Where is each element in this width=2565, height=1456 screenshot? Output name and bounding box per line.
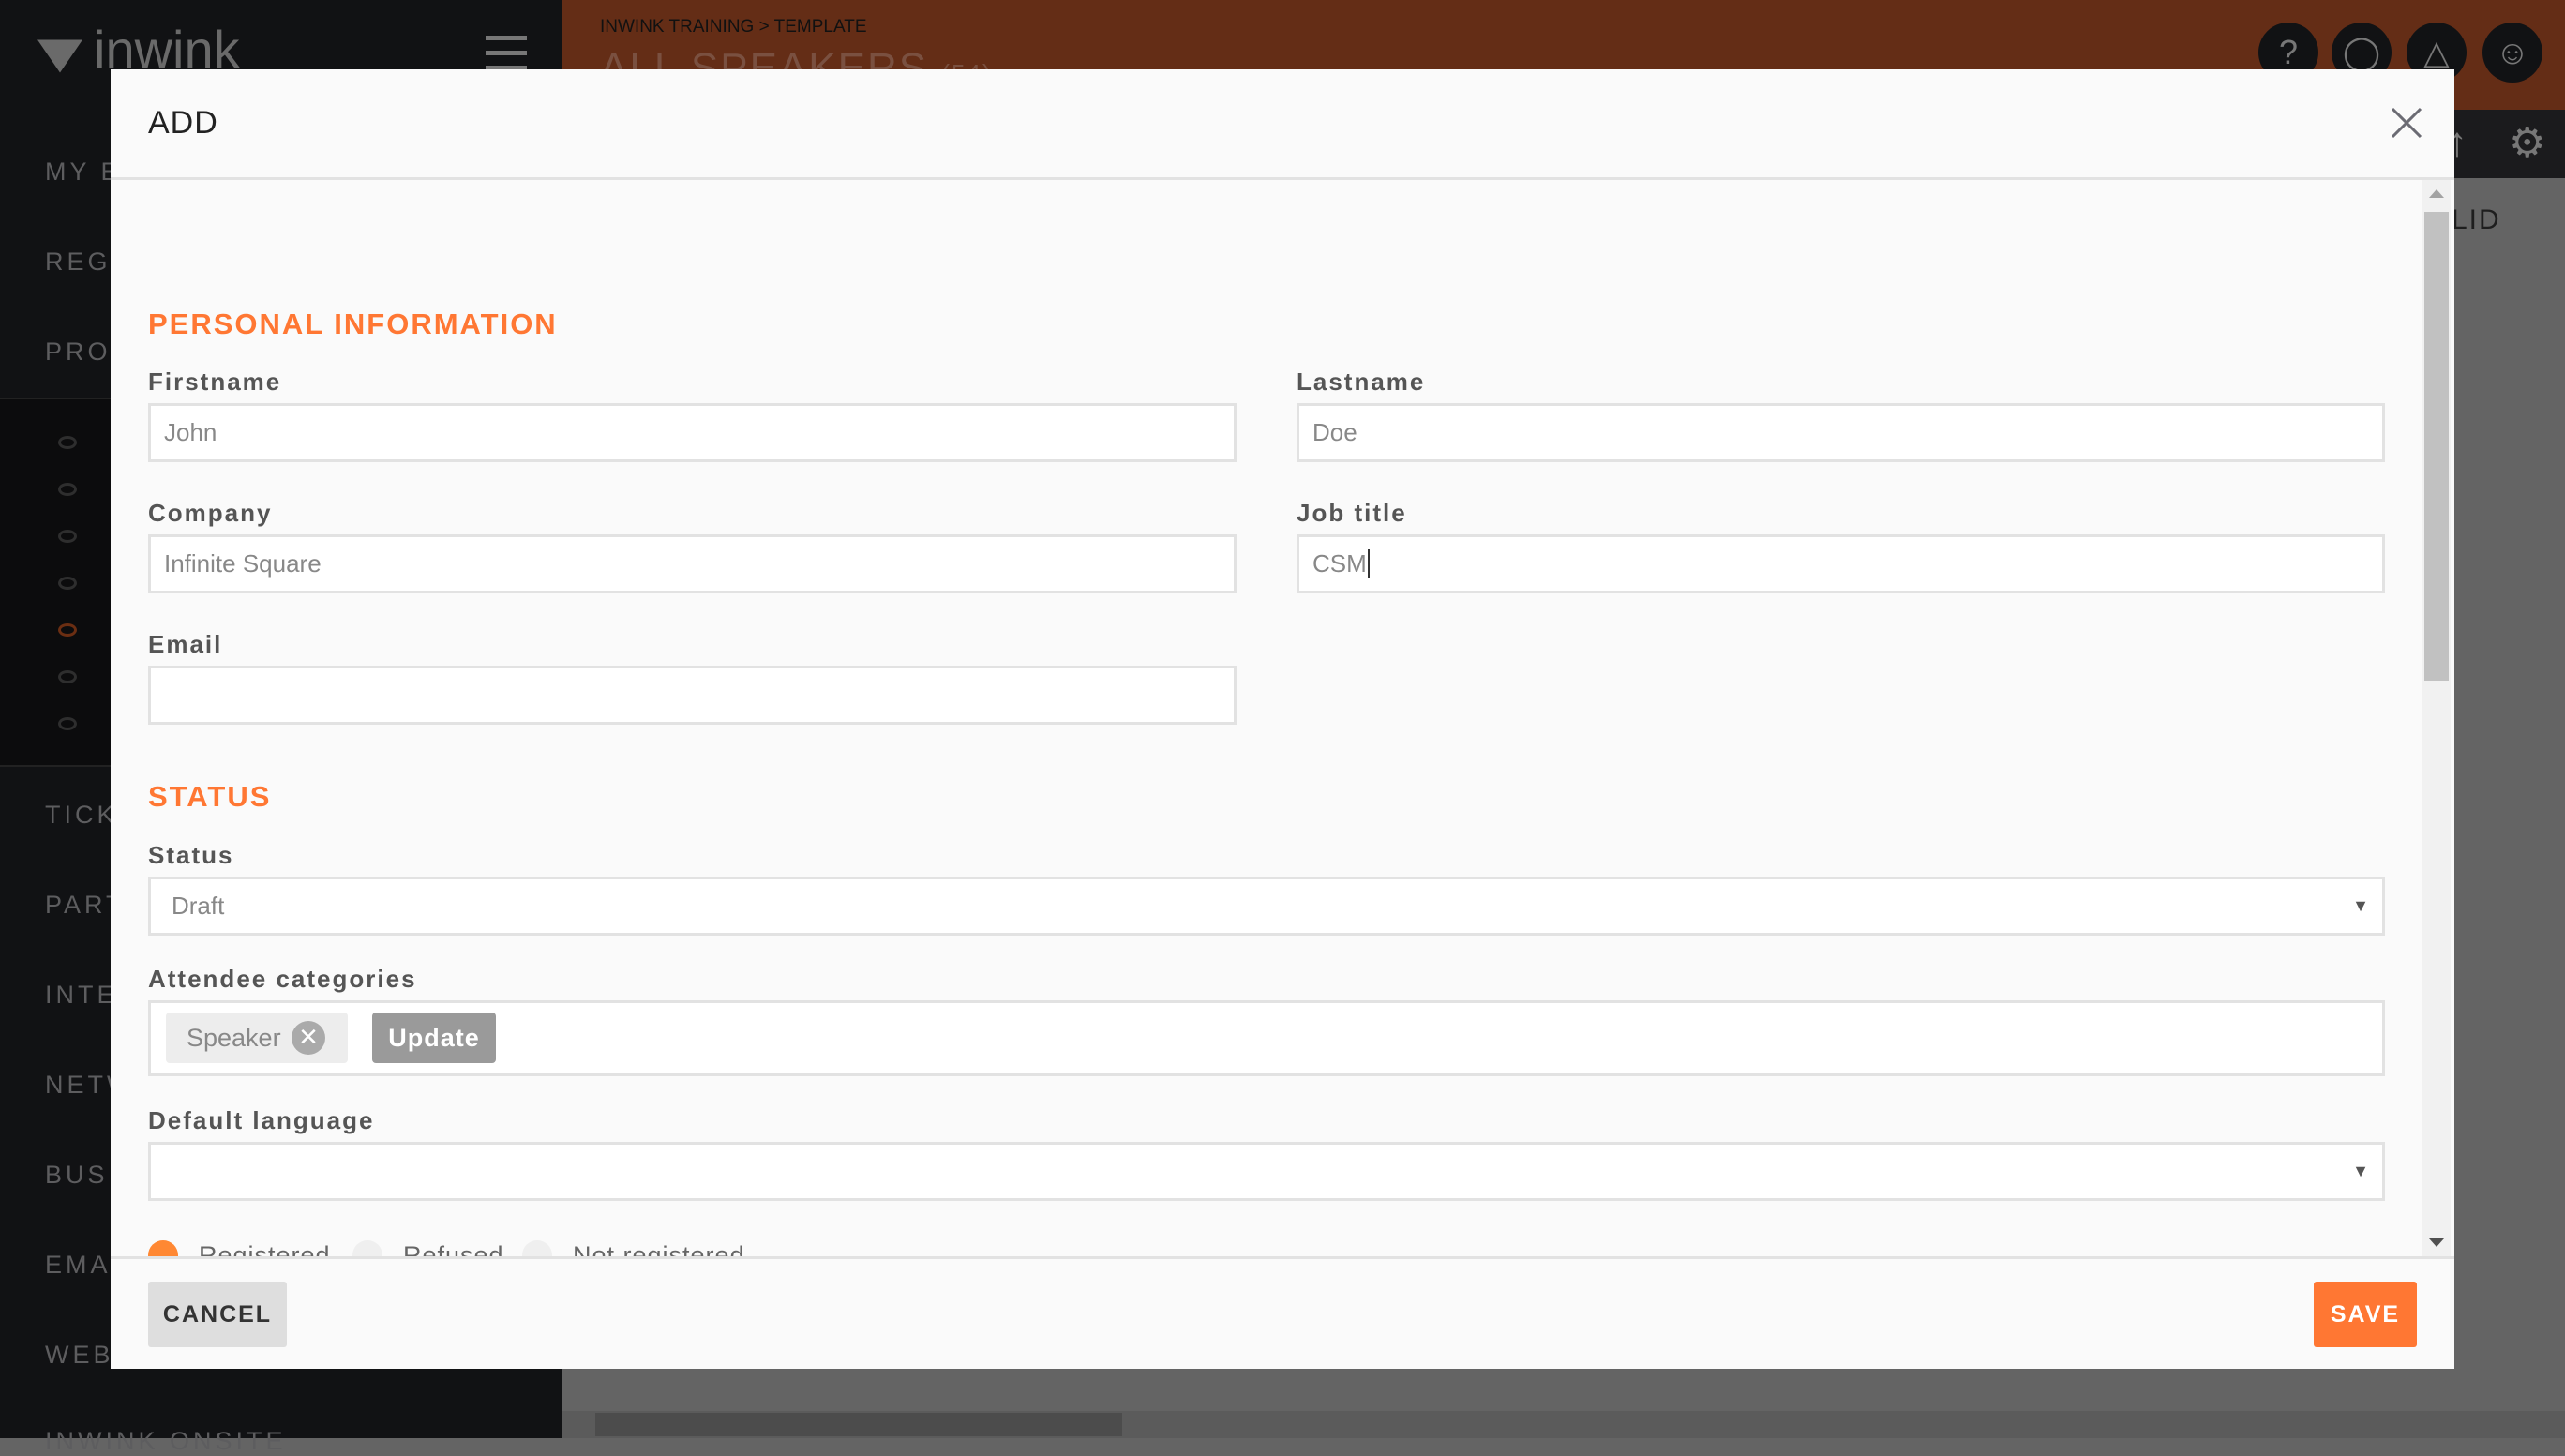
dialog-title: ADD [148,105,218,141]
dialog-footer: CANCEL SAVE [111,1256,2454,1369]
radio-label: Refused [403,1240,504,1257]
scroll-up-icon[interactable] [2429,189,2444,198]
step-dot-icon[interactable] [58,436,77,449]
default-language-label: Default language [148,1106,375,1134]
firstname-label: Firstname [148,368,282,396]
scroll-thumb[interactable] [2424,212,2449,681]
text-cursor [1367,549,1370,578]
close-icon[interactable] [2391,107,2422,139]
breadcrumb[interactable]: INWINK TRAINING > TEMPLATE [600,17,867,38]
status-value: Draft [172,892,225,920]
radio-refused[interactable]: Refused [352,1240,504,1256]
save-button[interactable]: SAVE [2314,1282,2417,1347]
add-dialog: ADD PERSONAL INFORMATION Firstname John … [111,69,2454,1369]
dialog-scrollbar[interactable] [2422,180,2451,1256]
job-title-label: Job title [1297,499,1407,527]
step-dot-icon[interactable] [58,483,77,496]
gear-icon[interactable]: ⚙ [2509,119,2545,167]
chevron-down-icon: ▼ [2352,896,2369,915]
step-dot-icon[interactable] [58,670,77,683]
user-icon[interactable]: ☺ [2482,23,2542,83]
company-label: Company [148,499,273,527]
dialog-body: PERSONAL INFORMATION Firstname John Last… [111,180,2454,1256]
section-title: PERSONAL INFORMATION [148,308,558,340]
default-language-select[interactable]: ▼ [148,1142,2385,1201]
job-title-value: CSM [1312,549,1367,578]
radio-not-registered[interactable]: Not registered [522,1240,745,1256]
radio-registered[interactable]: Registered [148,1240,331,1256]
status-label: Status [148,841,234,869]
lastname-input[interactable]: Doe [1297,403,2385,462]
lastname-label: Lastname [1297,368,1426,396]
step-dot-icon[interactable] [58,623,77,637]
radio-label: Not registered [573,1240,745,1257]
column-header: LID [2452,204,2501,235]
attendee-categories-field[interactable]: Speaker ✕ Update [148,1000,2385,1076]
firstname-input[interactable]: John [148,403,1237,462]
step-dot-icon[interactable] [58,717,77,730]
radio-icon [352,1240,382,1256]
email-label: Email [148,630,223,658]
step-dot-icon[interactable] [58,530,77,543]
email-input[interactable] [148,666,1237,725]
section-title: STATUS [148,780,272,813]
chip-label: Speaker [187,1024,281,1052]
company-input[interactable]: Infinite Square [148,534,1237,593]
logo-icon [38,39,82,73]
status-select[interactable]: Draft ▼ [148,877,2385,936]
chevron-down-icon: ▼ [2352,1162,2369,1180]
attendee-categories-label: Attendee categories [148,965,417,993]
radio-icon [522,1240,552,1256]
step-dot-icon[interactable] [58,577,77,590]
category-chip: Speaker ✕ [166,1013,348,1063]
dialog-header: ADD [111,69,2454,180]
radio-label: Registered [199,1240,331,1257]
sidebar-item[interactable]: INWINK ONSITE [45,1427,287,1456]
cancel-button[interactable]: CANCEL [148,1282,287,1347]
radio-selected-icon [148,1240,178,1256]
job-title-input[interactable]: CSM [1297,534,2385,593]
scroll-down-icon[interactable] [2429,1238,2444,1247]
update-button[interactable]: Update [372,1013,496,1063]
horizontal-scrollbar[interactable] [562,1411,2565,1438]
remove-chip-icon[interactable]: ✕ [292,1021,325,1055]
